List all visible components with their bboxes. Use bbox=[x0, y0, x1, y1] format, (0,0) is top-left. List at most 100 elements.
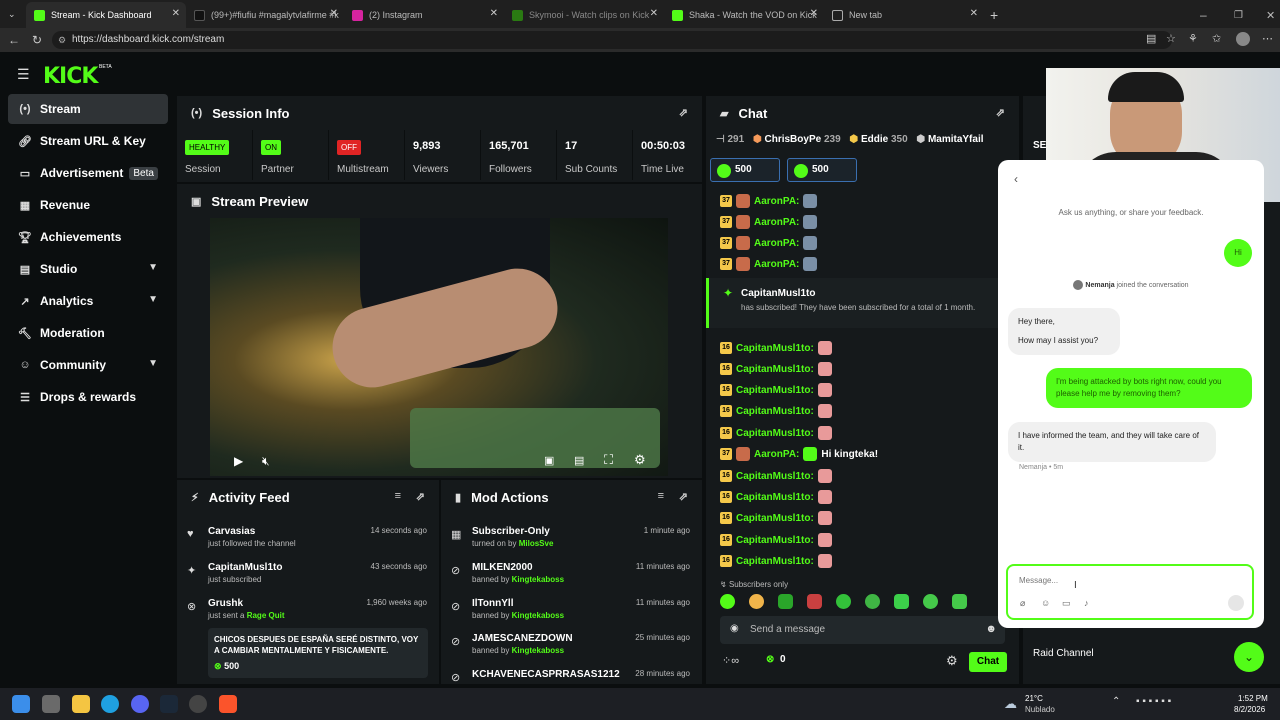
pip-icon[interactable]: ▣ bbox=[544, 454, 554, 467]
settings-icon[interactable]: ⚙ bbox=[634, 452, 646, 468]
filter-icon[interactable]: ≡ bbox=[658, 490, 664, 502]
kick-logo[interactable]: KICK bbox=[43, 64, 98, 89]
url-field[interactable]: ⚙ https://dashboard.kick.com/stream bbox=[52, 31, 1172, 49]
more-icon[interactable]: ⋯ bbox=[1262, 32, 1273, 45]
tab-skymooi[interactable]: Skymooi - Watch clips on Kick ✕ bbox=[504, 2, 664, 28]
kicks-counter[interactable]: ⊗ 0 bbox=[766, 654, 786, 665]
activity-sub-link[interactable]: Rage Quit bbox=[247, 611, 285, 620]
chat-username[interactable]: CapitanMusl1to: bbox=[736, 535, 814, 546]
right-panel-tab[interactable]: SE bbox=[1033, 140, 1046, 151]
sidebar-item-analytics[interactable]: ↗ Analytics ▼ bbox=[8, 286, 168, 316]
popout-icon[interactable]: ⇗ bbox=[416, 490, 425, 503]
activity-user[interactable]: Grushk bbox=[208, 598, 243, 609]
chat-username[interactable]: CapitanMusl1to: bbox=[736, 385, 814, 396]
tab-kick-dashboard[interactable]: Stream - Kick Dashboard ✕ bbox=[26, 2, 186, 28]
tab-new[interactable]: New tab ✕ bbox=[824, 2, 984, 28]
chat-username[interactable]: AaronPA: bbox=[754, 449, 799, 460]
steam-icon[interactable] bbox=[160, 695, 178, 713]
refresh-icon[interactable]: ↻ bbox=[32, 33, 42, 47]
support-message-input[interactable]: Message... I ⌀ ☺ ▭ ♪ bbox=[1006, 564, 1254, 620]
emote-icon[interactable] bbox=[778, 594, 793, 609]
subscription-user[interactable]: CapitanMusl1to bbox=[741, 288, 815, 299]
star-icon[interactable]: ☆ bbox=[1166, 32, 1176, 45]
settings-icon[interactable]: ⚙ bbox=[946, 653, 958, 669]
mod-item-title[interactable]: KCHAVENECASPRRASAS1212 bbox=[472, 669, 620, 680]
reader-icon[interactable]: ▤ bbox=[1146, 32, 1156, 45]
sidebar-item-achievements[interactable]: 🏆︎ Achievements bbox=[8, 222, 168, 252]
sidebar-item-advertisement[interactable]: ▭ Advertisement Beta bbox=[8, 158, 168, 188]
emote-icon[interactable] bbox=[836, 594, 851, 609]
send-chat-button[interactable]: Chat bbox=[969, 652, 1007, 672]
chat-username[interactable]: AaronPA: bbox=[754, 238, 799, 249]
chat-input[interactable]: ◉ Send a message ☻ bbox=[720, 616, 1005, 644]
sidebar-item-studio[interactable]: ▤ Studio ▼ bbox=[8, 254, 168, 284]
mod-item-by[interactable]: Kingtekaboss bbox=[512, 575, 564, 584]
play-icon[interactable]: ▶ bbox=[234, 454, 243, 468]
chat-settings-icon[interactable]: ◉ bbox=[730, 623, 739, 634]
tab-tiktok[interactable]: (99+)#fiufiu #magalytvlafirme #k ✕ bbox=[186, 2, 344, 28]
tray-chevron-icon[interactable]: ⌃ bbox=[1112, 696, 1120, 707]
support-toggle-button[interactable]: ⌄ bbox=[1234, 642, 1264, 672]
chat-username[interactable]: CapitanMusl1to: bbox=[736, 364, 814, 375]
popout-icon[interactable]: ⇗ bbox=[679, 490, 688, 503]
close-icon[interactable]: ✕ bbox=[490, 8, 498, 19]
emote-icon[interactable] bbox=[952, 594, 967, 609]
leader-name[interactable]: ChrisBoyPe bbox=[764, 134, 821, 145]
chat-username[interactable]: AaronPA: bbox=[754, 217, 799, 228]
sidebar-item-revenue[interactable]: ▦ Revenue bbox=[8, 190, 168, 220]
hamburger-icon[interactable]: ☰ bbox=[17, 66, 30, 83]
chat-username[interactable]: CapitanMusl1to: bbox=[736, 556, 814, 567]
brave-icon[interactable] bbox=[219, 695, 237, 713]
fullscreen-icon[interactable]: ⛶ bbox=[604, 452, 613, 468]
emote-icon[interactable] bbox=[923, 594, 938, 609]
close-icon[interactable]: ✕ bbox=[970, 8, 978, 19]
raid-channel-label[interactable]: Raid Channel bbox=[1033, 648, 1094, 659]
sidebar-item-stream[interactable]: (•) Stream bbox=[8, 94, 168, 124]
discord-icon[interactable] bbox=[131, 695, 149, 713]
tray-icons[interactable]: ▪ ▪ ▪ ▪ ▪ ▪ bbox=[1136, 696, 1171, 707]
sidebar-item-community[interactable]: ☺ Community ▼ bbox=[8, 350, 168, 380]
mod-item-by[interactable]: MilosSve bbox=[519, 539, 554, 548]
tab-instagram[interactable]: (2) Instagram ✕ bbox=[344, 2, 504, 28]
pinned-gift-2[interactable]: 500 bbox=[787, 158, 857, 182]
profile-avatar[interactable] bbox=[1236, 32, 1250, 46]
edge-icon[interactable] bbox=[101, 695, 119, 713]
file-explorer-icon[interactable] bbox=[72, 695, 90, 713]
mod-item-by[interactable]: Kingtekaboss bbox=[512, 611, 564, 620]
minimize-icon[interactable]: – bbox=[1192, 2, 1212, 28]
sidebar-item-stream-url[interactable]: 🔗︎ Stream URL & Key bbox=[8, 126, 168, 156]
mod-item-title[interactable]: JAMESCANEZDOWN bbox=[472, 633, 573, 644]
chat-username[interactable]: CapitanMusl1to: bbox=[736, 428, 814, 439]
close-icon[interactable]: ✕ bbox=[810, 8, 818, 19]
favorites-icon[interactable]: ✩ bbox=[1212, 32, 1221, 45]
emote-icon[interactable] bbox=[720, 594, 735, 609]
chat-username[interactable]: AaronPA: bbox=[754, 196, 799, 207]
emote-icon[interactable] bbox=[894, 594, 909, 609]
mod-item-title[interactable]: IlTonnYll bbox=[472, 598, 513, 609]
microphone-icon[interactable]: ♪ bbox=[1084, 598, 1089, 608]
video-player[interactable]: ▶ 🔇︎ ▣ ▤ ⛶ ⚙ bbox=[210, 218, 668, 476]
leader-name[interactable]: Eddie bbox=[861, 134, 888, 145]
filter-icon[interactable]: ≡ bbox=[395, 490, 401, 502]
chat-username[interactable]: CapitanMusl1to: bbox=[736, 406, 814, 417]
popout-icon[interactable]: ⇗ bbox=[679, 106, 688, 119]
emote-icon[interactable] bbox=[749, 594, 764, 609]
activity-user[interactable]: Carvasias bbox=[208, 526, 255, 537]
pinned-gift-1[interactable]: 500 bbox=[710, 158, 780, 182]
attach-icon[interactable]: ⌀ bbox=[1020, 598, 1025, 609]
windows-start-icon[interactable] bbox=[12, 695, 30, 713]
tab-shaka[interactable]: Shaka - Watch the VOD on Kick ✕ bbox=[664, 2, 824, 28]
site-info-icon[interactable]: ⚙ bbox=[58, 31, 66, 49]
close-icon[interactable]: ✕ bbox=[330, 8, 338, 19]
close-icon[interactable]: ✕ bbox=[650, 8, 658, 19]
mod-item-by[interactable]: Kingtekaboss bbox=[512, 646, 564, 655]
mod-item-title[interactable]: MILKEN2000 bbox=[472, 562, 533, 573]
emoji-icon[interactable]: ☺ bbox=[1041, 598, 1050, 608]
task-view-icon[interactable] bbox=[42, 695, 60, 713]
extensions-icon[interactable]: ⚘ bbox=[1188, 32, 1198, 45]
tab-menu-icon[interactable]: ⌄ bbox=[0, 5, 24, 23]
sidebar-item-drops[interactable]: ☰ Drops & rewards bbox=[8, 382, 168, 412]
send-icon[interactable] bbox=[1228, 595, 1244, 611]
chat-username[interactable]: CapitanMusl1to: bbox=[736, 343, 814, 354]
emote-icon[interactable] bbox=[807, 594, 822, 609]
